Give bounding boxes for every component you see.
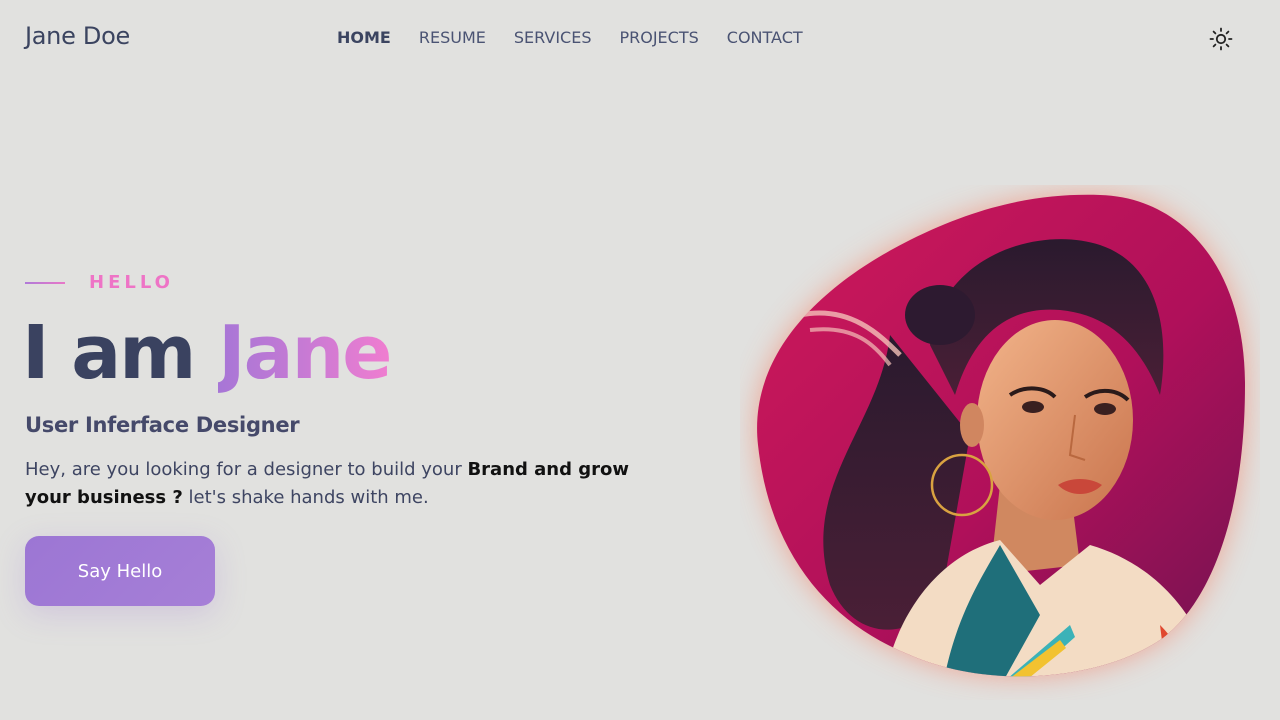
hero-headline: I am Jane — [22, 308, 392, 398]
hero-role: User Inferface Designer — [25, 413, 300, 437]
eyebrow-line — [25, 281, 65, 284]
headline-name: Jane — [218, 310, 392, 396]
say-hello-button[interactable]: Say Hello — [25, 536, 215, 606]
nav-item-services[interactable]: SERVICES — [514, 28, 592, 47]
eyebrow-text: HELLO — [89, 272, 174, 293]
nav-item-contact[interactable]: CONTACT — [727, 28, 803, 47]
desc-text-2: let's shake hands with me. — [182, 487, 429, 508]
headline-prefix: I am — [22, 310, 219, 396]
portrait-image — [740, 185, 1260, 700]
nav-item-resume[interactable]: RESUME — [419, 28, 486, 47]
eyebrow: HELLO — [25, 272, 174, 293]
nav-item-home[interactable]: HOME — [337, 28, 391, 47]
nav-item-projects[interactable]: PROJECTS — [619, 28, 698, 47]
main-nav: HOME RESUME SERVICES PROJECTS CONTACT — [337, 28, 803, 47]
desc-text-1: Hey, are you looking for a designer to b… — [25, 459, 468, 480]
brand-logo[interactable]: Jane Doe — [25, 22, 130, 50]
sun-icon[interactable] — [1208, 26, 1234, 52]
hero-description: Hey, are you looking for a designer to b… — [25, 456, 645, 512]
